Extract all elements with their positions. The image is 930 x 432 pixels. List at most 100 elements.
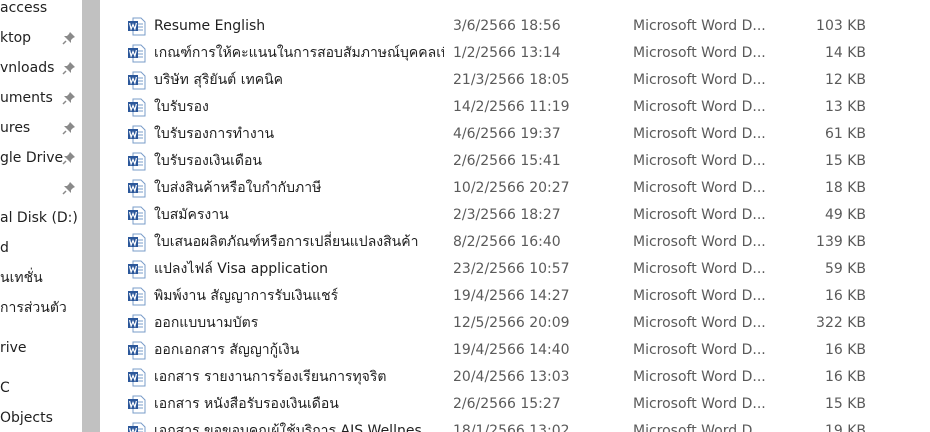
file-type: Microsoft Word D... bbox=[633, 423, 766, 432]
nav-item-label: uments bbox=[0, 90, 53, 106]
file-row[interactable]: ใบรับรองการทำงาน 4/6/2566 19:37 Microsoft … bbox=[125, 121, 920, 148]
file-row[interactable]: เอกสาร หนังสือรับรองเงินเดือน 2/6/2566 15… bbox=[125, 391, 920, 418]
file-row[interactable]: ออกเอกสาร สัญญากู้เงิน 19/4/2566 14:40 Mic… bbox=[125, 337, 920, 364]
file-type: Microsoft Word D... bbox=[633, 396, 766, 412]
file-size: 14 KB bbox=[824, 45, 866, 61]
file-row[interactable]: ใบส่งสินค้าหรือใบกำกับภาษี 10/2/2566 20:2… bbox=[125, 175, 920, 202]
file-name: ออกแบบนามบัตร bbox=[154, 315, 259, 331]
nav-item-label: ันเทชั่น bbox=[0, 270, 43, 286]
file-row[interactable]: ใบสมัครงาน 2/3/2566 18:27 Microsoft Word D… bbox=[125, 202, 920, 229]
word-doc-icon bbox=[128, 152, 146, 171]
file-size: 13 KB bbox=[824, 99, 866, 115]
file-name: ใบส่งสินค้าหรือใบกำกับภาษี bbox=[154, 180, 322, 196]
file-type: Microsoft Word D... bbox=[633, 153, 766, 169]
file-row[interactable]: Resume English 3/6/2566 18:56 Microsoft Wo… bbox=[125, 13, 920, 40]
nav-item-label: d bbox=[0, 240, 9, 256]
nav-item[interactable]: al Disk (D:) bbox=[0, 203, 78, 233]
file-row[interactable]: เอกสาร ขอขอบคุณผู้ใช้บริการ AIS Wellnes 1… bbox=[125, 418, 920, 432]
file-row[interactable]: บริษัท สุริยันต์ เทคนิค 21/3/2566 18:05 Mi… bbox=[125, 67, 920, 94]
word-doc-icon bbox=[128, 44, 146, 63]
file-size: 15 KB bbox=[824, 153, 866, 169]
file-date-modified: 8/2/2566 16:40 bbox=[453, 234, 561, 250]
pin-icon[interactable] bbox=[62, 181, 76, 195]
file-type: Microsoft Word D... bbox=[633, 126, 766, 142]
file-row[interactable]: ใบรับรอง 14/2/2566 11:19 Microsoft Word D.… bbox=[125, 94, 920, 121]
file-type: Microsoft Word D... bbox=[633, 288, 766, 304]
file-size: 61 KB bbox=[824, 126, 866, 142]
nav-item[interactable]: Objects bbox=[0, 403, 53, 432]
file-size: 49 KB bbox=[824, 207, 866, 223]
pin-icon[interactable] bbox=[62, 151, 76, 165]
file-name: ใบรับรองการทำงาน bbox=[154, 126, 275, 142]
nav-item[interactable]: vnloads bbox=[0, 53, 54, 83]
nav-scrollbar-thumb[interactable] bbox=[82, 0, 100, 432]
nav-item[interactable]: ันเทชั่น bbox=[0, 263, 43, 293]
file-name: ใบเสนอผลิตภัณฑ์หรือการเปลี่ยนแปลงสินค้า bbox=[154, 234, 419, 250]
nav-item-label: al Disk (D:) bbox=[0, 210, 78, 226]
nav-item[interactable]: ures bbox=[0, 113, 30, 143]
file-size: 18 KB bbox=[824, 180, 866, 196]
file-name: พิมพ์งาน สัญญาการรับเงินแชร์ bbox=[154, 288, 339, 304]
nav-item[interactable]: access bbox=[0, 0, 47, 23]
file-name: แปลงไฟล์ Visa application bbox=[154, 261, 329, 277]
word-doc-icon bbox=[128, 71, 146, 90]
file-name: เอกสาร ขอขอบคุณผู้ใช้บริการ AIS Wellnes bbox=[154, 423, 422, 432]
file-size: 16 KB bbox=[824, 288, 866, 304]
file-size: 12 KB bbox=[824, 72, 866, 88]
file-date-modified: 10/2/2566 20:27 bbox=[453, 180, 570, 196]
file-row[interactable]: แปลงไฟล์ Visa application 23/2/2566 10:57… bbox=[125, 256, 920, 283]
file-size: 139 KB bbox=[816, 234, 866, 250]
file-list: Resume English 3/6/2566 18:56 Microsoft Wo… bbox=[100, 0, 930, 432]
nav-item-label: ures bbox=[0, 120, 31, 136]
word-doc-icon bbox=[128, 422, 146, 432]
file-row[interactable]: เอกสาร รายงานการร้องเรียนการทุจริต 20/4/2… bbox=[125, 364, 920, 391]
file-row[interactable]: ใบรับรองเงินเดือน 2/6/2566 15:41 Microsoft… bbox=[125, 148, 920, 175]
file-type: Microsoft Word D... bbox=[633, 18, 766, 34]
file-row[interactable]: เกณฑ์การให้คะแนนในการสอบสัมภาษณ์บุคคลเพื… bbox=[125, 40, 920, 67]
navigation-pane: access ktop vnloads uments ures gle Drive al D… bbox=[0, 0, 82, 432]
word-doc-icon bbox=[128, 260, 146, 279]
nav-item-label: vnloads bbox=[0, 60, 55, 76]
file-size: 59 KB bbox=[824, 261, 866, 277]
file-type: Microsoft Word D... bbox=[633, 261, 766, 277]
file-date-modified: 2/6/2566 15:27 bbox=[453, 396, 561, 412]
file-size: 16 KB bbox=[824, 342, 866, 358]
file-date-modified: 3/6/2566 18:56 bbox=[453, 18, 561, 34]
nav-item-label: rive bbox=[0, 340, 27, 356]
word-doc-icon bbox=[128, 179, 146, 198]
file-type: Microsoft Word D... bbox=[633, 45, 766, 61]
pin-icon[interactable] bbox=[62, 31, 76, 45]
file-type: Microsoft Word D... bbox=[633, 180, 766, 196]
file-name: เอกสาร หนังสือรับรองเงินเดือน bbox=[154, 396, 339, 412]
file-date-modified: 1/2/2566 13:14 bbox=[453, 45, 561, 61]
nav-item[interactable]: d bbox=[0, 233, 9, 263]
nav-item[interactable]: การส่วนตัว bbox=[0, 293, 67, 323]
file-type: Microsoft Word D... bbox=[633, 342, 766, 358]
file-row[interactable]: ออกแบบนามบัตร 12/5/2566 20:09 Microsoft Wo… bbox=[125, 310, 920, 337]
pin-icon[interactable] bbox=[62, 61, 76, 75]
nav-item[interactable]: rive bbox=[0, 333, 27, 363]
file-date-modified: 19/4/2566 14:27 bbox=[453, 288, 570, 304]
file-type: Microsoft Word D... bbox=[633, 207, 766, 223]
nav-item-label: Objects bbox=[0, 410, 53, 426]
file-row[interactable]: ใบเสนอผลิตภัณฑ์หรือการเปลี่ยนแปลงสินค้า 8… bbox=[125, 229, 920, 256]
file-type: Microsoft Word D... bbox=[633, 99, 766, 115]
file-date-modified: 12/5/2566 20:09 bbox=[453, 315, 570, 331]
nav-item[interactable]: ktop bbox=[0, 23, 31, 53]
pin-icon[interactable] bbox=[62, 91, 76, 105]
file-date-modified: 21/3/2566 18:05 bbox=[453, 72, 570, 88]
word-doc-icon bbox=[128, 233, 146, 252]
nav-scrollbar[interactable] bbox=[82, 0, 100, 432]
word-doc-icon bbox=[128, 287, 146, 306]
file-name: Resume English bbox=[154, 18, 266, 34]
file-date-modified: 2/6/2566 15:41 bbox=[453, 153, 561, 169]
file-row[interactable]: พิมพ์งาน สัญญาการรับเงินแชร์ 19/4/2566 14… bbox=[125, 283, 920, 310]
file-date-modified: 20/4/2566 13:03 bbox=[453, 369, 570, 385]
nav-item[interactable]: gle Drive bbox=[0, 143, 63, 173]
nav-item-label: access bbox=[0, 0, 48, 16]
file-date-modified: 19/4/2566 14:40 bbox=[453, 342, 570, 358]
pin-icon[interactable] bbox=[62, 121, 76, 135]
file-name: ใบสมัครงาน bbox=[154, 207, 229, 223]
nav-item[interactable]: C bbox=[0, 373, 10, 403]
nav-item[interactable]: uments bbox=[0, 83, 53, 113]
